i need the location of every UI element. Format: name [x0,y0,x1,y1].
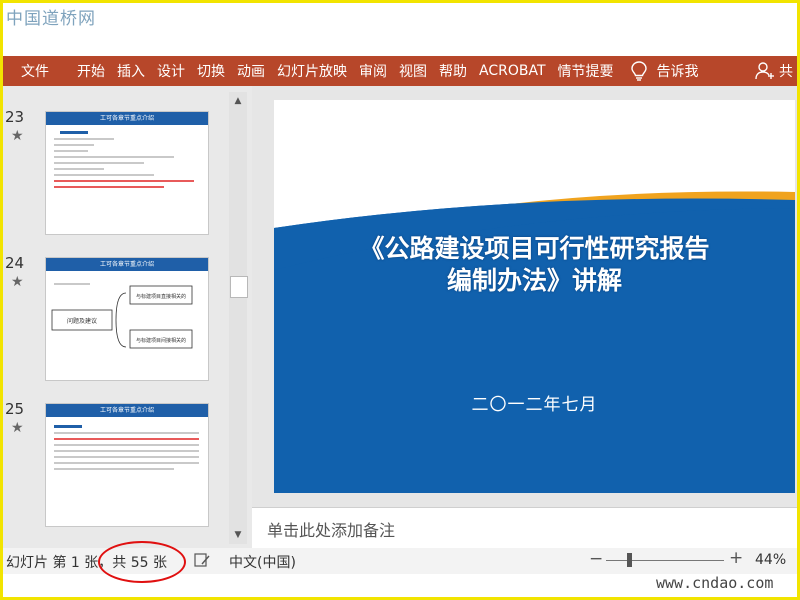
share-button[interactable]: 共 [755,61,797,81]
thumb-text-line [54,180,194,182]
tab-file[interactable]: 文件 [15,61,55,81]
thumb-text-line [54,462,199,464]
thumb-number: 24 [5,254,25,272]
thumb-text-line [54,432,199,434]
thumb-text-line [54,138,114,140]
slide-thumbnail-23[interactable]: 工可各章节重点介绍 [45,111,209,235]
language-indicator[interactable]: 中文(中国) [229,552,296,572]
notes-placeholder: 单击此处添加备注 [267,521,396,540]
tab-design[interactable]: 设计 [151,61,191,81]
thumb-right-top: 与标建项目直接相关的 [136,293,186,300]
person-add-icon [755,62,774,80]
thumb-text-line [54,444,199,446]
thumb-text-line [54,156,174,158]
zoom-out-button[interactable]: − [589,549,603,569]
zoom-slider-knob[interactable] [627,553,632,567]
thumb-text-line [54,186,164,188]
tab-review[interactable]: 审阅 [353,61,393,81]
ribbon-bar: 文件 开始 插入 设计 切换 动画 幻灯片放映 审阅 视图 帮助 ACROBAT… [3,56,797,86]
thumb-center-box: 问题及建议 [67,317,97,325]
zoom-percent[interactable]: 44% [755,552,786,568]
thumb-title: 工可各章节重点介绍 [46,404,208,417]
tab-slideshow[interactable]: 幻灯片放映 [271,61,353,81]
notes-toggle-icon[interactable] [193,552,211,572]
thumb-text-line [54,150,88,152]
thumb-text-line [54,162,144,164]
thumb-number: 25 [5,400,25,418]
lightbulb-icon [630,61,647,81]
slide-title-line2: 编制办法》讲解 [446,266,622,295]
scroll-thumb[interactable] [230,276,248,298]
thumb-text-line [54,438,199,440]
zoom-in-button[interactable]: + [729,548,743,568]
slide-thumbnail-24[interactable]: 工可各章节重点介绍 问题及建议 与标建项目直接相关的 与标建项目间接相关的 [45,257,209,381]
tab-insert[interactable]: 插入 [111,61,151,81]
slide-date[interactable]: 二〇一二年七月 [274,390,795,415]
animation-star-icon: ★ [11,274,24,290]
tab-help[interactable]: 帮助 [433,61,473,81]
animation-star-icon: ★ [11,420,24,436]
tab-view[interactable]: 视图 [393,61,433,81]
thumb-text-line [54,168,104,170]
thumb-right-bottom: 与标建项目间接相关的 [136,337,186,344]
slide-title[interactable]: 《公路建设项目可行性研究报告 编制办法》讲解 [274,233,795,297]
slide-thumbnail-pane: 23 ★ 工可各章节重点介绍 24 ★ 工可各章节重点介绍 问题及建议 与标建项… [3,86,252,548]
tab-acrobat[interactable]: ACROBAT [473,63,552,79]
thumb-diagram: 问题及建议 与标建项目直接相关的 与标建项目间接相关的 [51,285,193,349]
scroll-down-icon[interactable]: ▼ [230,528,246,542]
notes-pane[interactable]: 单击此处添加备注 [252,507,797,549]
annotation-circle [98,541,186,583]
thumb-text-line [54,144,94,146]
thumb-text-line [54,450,199,452]
tab-home[interactable]: 开始 [71,61,111,81]
thumb-text-line [54,456,199,458]
zoom-slider-track[interactable] [606,560,724,561]
tab-storyboard[interactable]: 情节提要 [552,61,620,81]
watermark-top: 中国道桥网 [6,9,96,29]
thumb-text-line [54,468,174,470]
tab-animations[interactable]: 动画 [231,61,271,81]
thumb-number: 23 [5,108,25,126]
slide-title-line1: 《公路建设项目可行性研究报告 [359,234,710,263]
main-slide[interactable]: 《公路建设项目可行性研究报告 编制办法》讲解 二〇一二年七月 [274,100,795,493]
thumb-title: 工可各章节重点介绍 [46,112,208,125]
thumbnail-scrollbar[interactable]: ▲ ▼ [229,92,248,544]
share-label: 共 [779,64,793,80]
tab-transitions[interactable]: 切换 [191,61,231,81]
thumb-text-line [54,174,154,176]
thumb-text-line [54,425,82,428]
slide-thumbnail-25[interactable]: 工可各章节重点介绍 [45,403,209,527]
tell-me-search[interactable]: 告诉我 [630,61,699,81]
tell-me-label: 告诉我 [656,64,699,80]
thumb-text-line [60,131,88,134]
animation-star-icon: ★ [11,128,24,144]
scroll-up-icon[interactable]: ▲ [230,94,246,108]
watermark-bottom: www.cndao.com [656,574,774,592]
